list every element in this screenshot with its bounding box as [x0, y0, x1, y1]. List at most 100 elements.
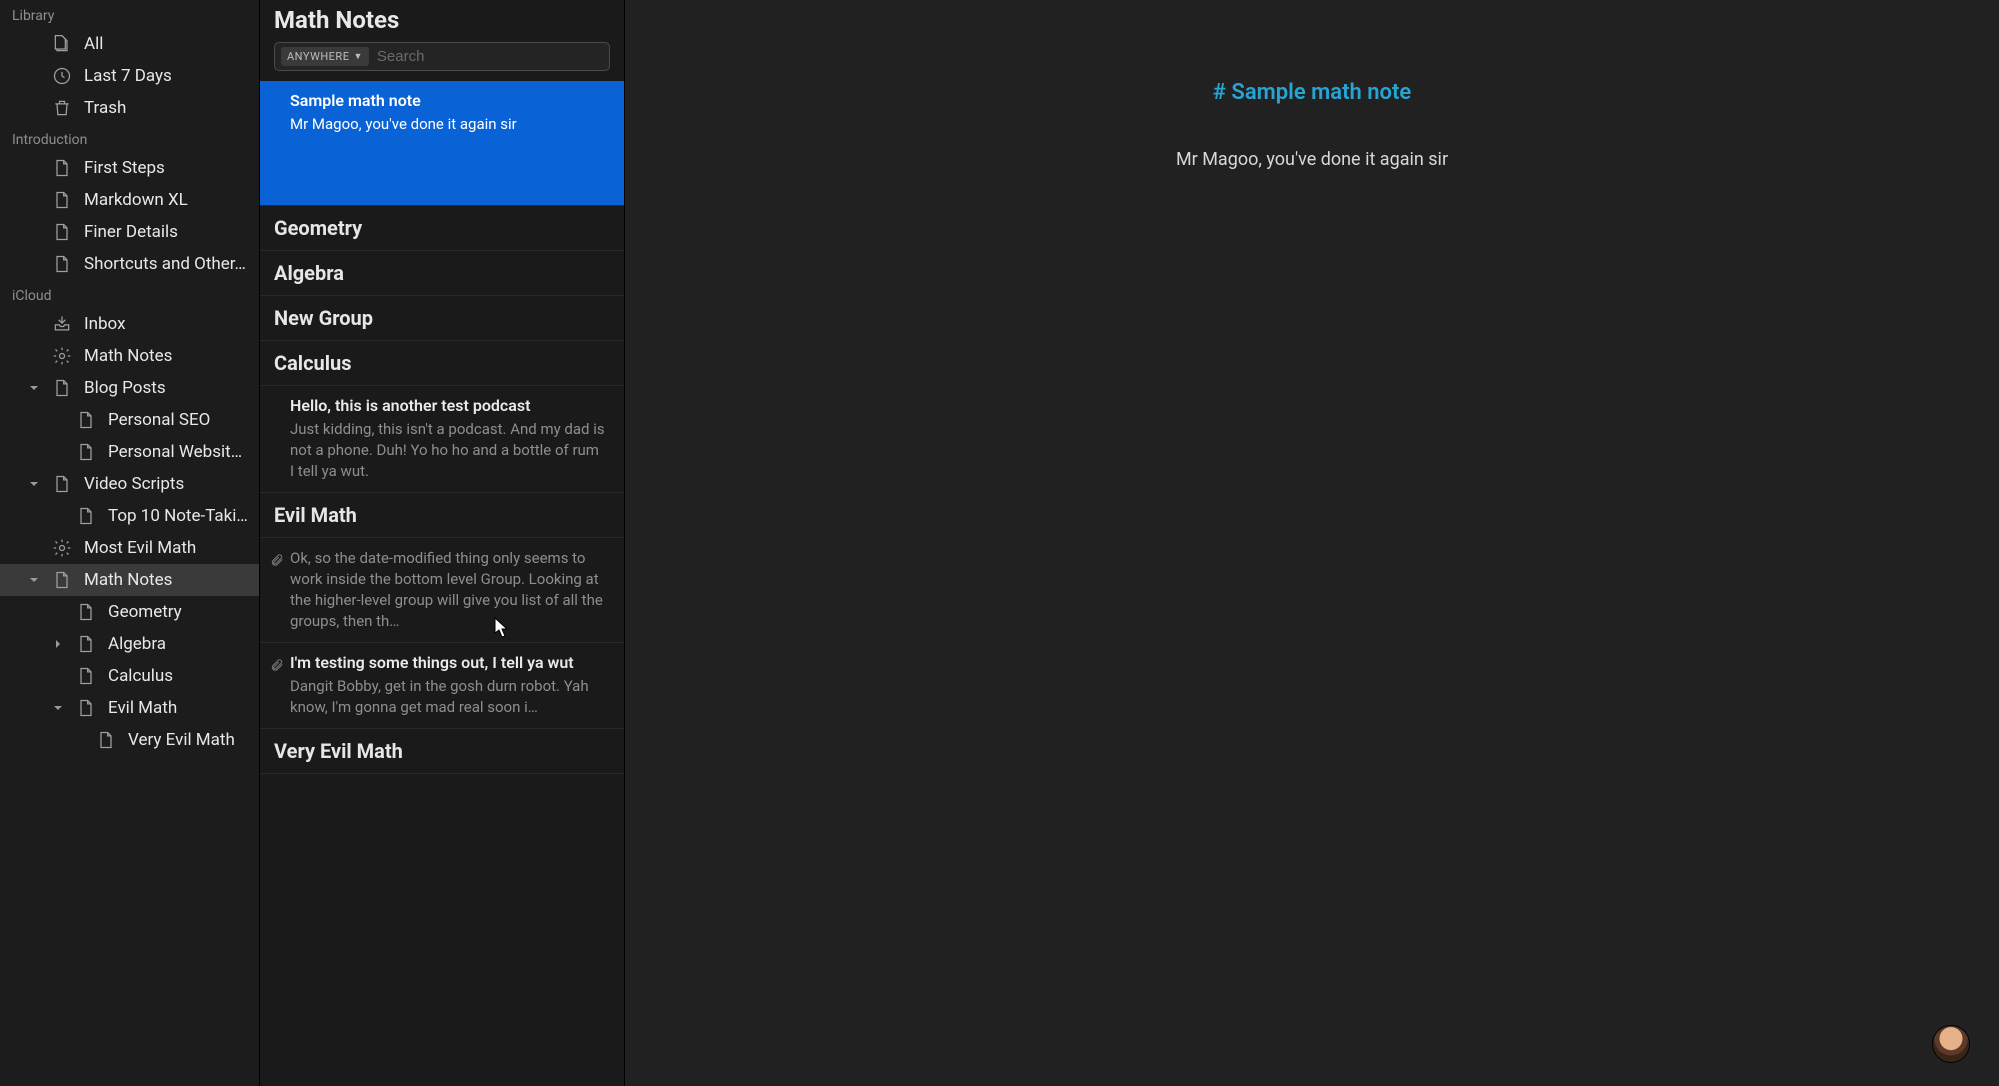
sidebar-item-label: Video Scripts	[84, 474, 184, 494]
gear-icon	[52, 538, 72, 558]
trash-icon	[52, 98, 72, 118]
sidebar-item-label: Shortcuts and Other…	[84, 254, 246, 274]
sidebar-item[interactable]: Top 10 Note-Takin…	[0, 500, 259, 532]
doc-icon	[76, 442, 96, 462]
doc-icon	[76, 506, 96, 526]
sidebar-item[interactable]: Personal Website…	[0, 436, 259, 468]
search-scope-label: ANYWHERE	[287, 50, 349, 63]
sidebar-item[interactable]: Finer Details	[0, 216, 259, 248]
sidebar-item[interactable]: Trash	[0, 92, 259, 124]
sidebar-item-label: Top 10 Note-Takin…	[108, 506, 249, 526]
search-scope-dropdown[interactable]: ANYWHERE ▼	[281, 47, 369, 66]
search-bar[interactable]: ANYWHERE ▼	[274, 42, 610, 71]
disclosure-spacer	[28, 70, 40, 82]
note-list-item[interactable]: I'm testing some things out, I tell ya w…	[260, 643, 624, 729]
note-list-pane: Math Notes ANYWHERE ▼ Sample math note Mr…	[260, 0, 625, 1086]
sidebar-item[interactable]: Inbox	[0, 308, 259, 340]
note-list-item[interactable]: Sample math note Mr Magoo, you've done it…	[260, 81, 624, 206]
sidebar-item-label: Trash	[84, 98, 126, 118]
note-list-item[interactable]: Hello, this is another test podcastJust …	[260, 386, 624, 493]
sidebar-item[interactable]: Personal SEO	[0, 404, 259, 436]
disclosure-down-icon[interactable]	[52, 702, 64, 714]
doc-icon	[96, 730, 116, 750]
sidebar-item[interactable]: Blog Posts	[0, 372, 259, 404]
sidebar-item[interactable]: First Steps	[0, 152, 259, 184]
disclosure-spacer	[28, 194, 40, 206]
note-title: Sample math note	[290, 91, 606, 110]
note-list-title: Math Notes	[274, 6, 610, 42]
sidebar-item[interactable]: Most Evil Math	[0, 532, 259, 564]
note-title: Hello, this is another test podcast	[290, 396, 606, 415]
disclosure-spacer	[28, 38, 40, 50]
note-title: I'm testing some things out, I tell ya w…	[290, 653, 606, 672]
stack-icon	[52, 34, 72, 54]
note-preview: Ok, so the date-modified thing only seem…	[290, 548, 606, 632]
doc-icon	[52, 158, 72, 178]
doc-icon	[52, 474, 72, 494]
doc-icon	[76, 634, 96, 654]
sidebar-item[interactable]: Markdown XL	[0, 184, 259, 216]
doc-icon	[76, 666, 96, 686]
note-preview: Dangit Bobby, get in the gosh durn robot…	[290, 676, 606, 718]
sidebar-item-label: Last 7 Days	[84, 66, 172, 86]
note-list-group[interactable]: Very Evil Math	[260, 729, 624, 774]
editor-heading[interactable]: # Sample math note	[745, 80, 1879, 105]
note-list-group[interactable]: Calculus	[260, 341, 624, 386]
sidebar-item-label: First Steps	[84, 158, 165, 178]
chevron-down-icon: ▼	[353, 51, 362, 62]
avatar[interactable]	[1933, 1026, 1969, 1062]
editor-body[interactable]: Mr Magoo, you've done it again sir	[745, 149, 1879, 170]
app-root: LibraryAllLast 7 DaysTrashIntroductionFi…	[0, 0, 1999, 1086]
sidebar-item[interactable]: Math Notes	[0, 340, 259, 372]
disclosure-spacer	[28, 350, 40, 362]
sidebar-item-label: Very Evil Math	[128, 730, 235, 750]
note-preview: Mr Magoo, you've done it again sir	[290, 114, 606, 135]
sidebar: LibraryAllLast 7 DaysTrashIntroductionFi…	[0, 0, 260, 1086]
sidebar-item-label: Finer Details	[84, 222, 178, 242]
disclosure-spacer	[52, 414, 64, 426]
sidebar-item-label: Most Evil Math	[84, 538, 196, 558]
sidebar-item[interactable]: Video Scripts	[0, 468, 259, 500]
note-list-group[interactable]: Geometry	[260, 206, 624, 251]
note-list-scroll[interactable]: Sample math note Mr Magoo, you've done it…	[260, 81, 624, 1086]
sidebar-item-label: Inbox	[84, 314, 126, 334]
editor-pane[interactable]: # Sample math note Mr Magoo, you've done…	[625, 0, 1999, 1086]
sidebar-item-label: Blog Posts	[84, 378, 166, 398]
sidebar-item[interactable]: Shortcuts and Other…	[0, 248, 259, 280]
sidebar-item-label: Algebra	[108, 634, 166, 654]
inbox-icon	[52, 314, 72, 334]
sidebar-item-label: Markdown XL	[84, 190, 188, 210]
search-input[interactable]	[377, 48, 603, 65]
sidebar-item-label: Math Notes	[84, 570, 172, 590]
disclosure-right-icon[interactable]	[52, 638, 64, 650]
sidebar-item-label: Math Notes	[84, 346, 172, 366]
doc-icon	[52, 254, 72, 274]
sidebar-item[interactable]: Math Notes	[0, 564, 259, 596]
disclosure-spacer	[28, 542, 40, 554]
doc-icon	[76, 698, 96, 718]
note-list-item[interactable]: Ok, so the date-modified thing only seem…	[260, 538, 624, 643]
note-list-group[interactable]: Algebra	[260, 251, 624, 296]
sidebar-item[interactable]: Geometry	[0, 596, 259, 628]
doc-icon	[76, 602, 96, 622]
disclosure-spacer	[52, 446, 64, 458]
sidebar-item[interactable]: Calculus	[0, 660, 259, 692]
sidebar-item[interactable]: Algebra	[0, 628, 259, 660]
disclosure-spacer	[28, 226, 40, 238]
sidebar-item[interactable]: Evil Math	[0, 692, 259, 724]
sidebar-section-label: Introduction	[0, 124, 259, 152]
note-list-group[interactable]: New Group	[260, 296, 624, 341]
sidebar-item[interactable]: Last 7 Days	[0, 60, 259, 92]
sidebar-item[interactable]: Very Evil Math	[0, 724, 259, 756]
note-list-group[interactable]: Evil Math	[260, 493, 624, 538]
disclosure-down-icon[interactable]	[28, 574, 40, 586]
sidebar-item-label: Personal Website…	[108, 442, 249, 462]
disclosure-spacer	[72, 734, 84, 746]
disclosure-spacer	[52, 510, 64, 522]
disclosure-down-icon[interactable]	[28, 478, 40, 490]
sidebar-item-label: Geometry	[108, 602, 182, 622]
doc-icon	[52, 570, 72, 590]
sidebar-item[interactable]: All	[0, 28, 259, 60]
doc-icon	[52, 190, 72, 210]
disclosure-down-icon[interactable]	[28, 382, 40, 394]
